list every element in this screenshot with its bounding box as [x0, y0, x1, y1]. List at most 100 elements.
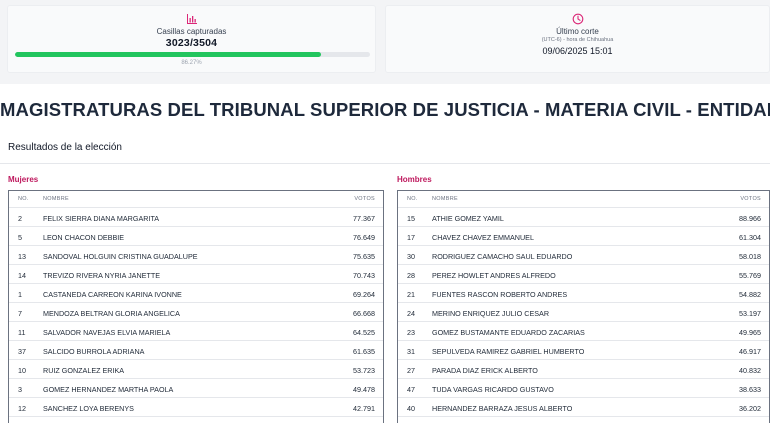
column-header-votes: VOTOS [354, 196, 375, 202]
candidate-name: MERINO ENRIQUEZ JULIO CESAR [432, 309, 550, 318]
table-row: 37 SALCIDO BURROLA ADRIANA 61.635 [9, 340, 383, 359]
table-row: 31 SEPULVEDA RAMIREZ GABRIEL HUMBERTO 46.9… [398, 340, 769, 359]
candidate-number: 10 [18, 366, 26, 375]
table-row: 2 FELIX SIERRA DIANA MARGARITA 77.367 [9, 207, 383, 226]
candidate-name: SALCIDO BURROLA ADRIANA [43, 347, 145, 356]
candidate-name: GOMEZ BUSTAMANTE EDUARDO ZACARIAS [432, 328, 585, 337]
candidate-number: 31 [407, 347, 415, 356]
candidate-votes: 61.304 [739, 233, 761, 242]
candidate-name: SEPULVEDA RAMIREZ GABRIEL HUMBERTO [432, 347, 585, 356]
candidate-name: FUENTES RASCON ROBERTO ANDRES [432, 290, 568, 299]
captured-label: Casillas capturadas [156, 27, 227, 36]
candidate-name: SALVADOR NAVEJAS ELVIA MARIELA [43, 328, 171, 337]
table-row: 13 SANDOVAL HOLGUIN CRISTINA GUADALUPE 75.… [9, 245, 383, 264]
women-results-table: NO. NOMBRE VOTOS 2 FELIX SIERRA DIANA MAR… [8, 190, 384, 423]
candidate-votes: 69.264 [353, 290, 375, 299]
candidate-votes: 55.769 [739, 271, 761, 280]
candidate-number: 11 [18, 328, 26, 337]
column-header-name: NOMBRE [43, 196, 69, 202]
cutoff-card: Último corte (UTC-6) - hora de Chihuahua… [385, 5, 770, 73]
candidate-name: PEREZ HOWLET ANDRES ALFREDO [432, 271, 556, 280]
table-row: 8MORENO DUDAN SILVIA MARIA42.295 [9, 416, 383, 423]
column-header-votes: VOTOS [740, 196, 761, 202]
candidate-votes: 88.966 [739, 214, 761, 223]
candidate-number: 17 [407, 233, 415, 242]
candidate-votes: 58.018 [739, 252, 761, 261]
candidate-votes: 64.525 [353, 328, 375, 337]
candidate-number: 21 [407, 290, 415, 299]
candidate-number: 14 [18, 271, 26, 280]
candidate-votes: 54.882 [739, 290, 761, 299]
candidate-votes: 38.633 [739, 385, 761, 394]
candidate-name: CASTANEDA CARREON KARINA IVONNE [43, 290, 182, 299]
table-row: 15 ATHIE GOMEZ YAMIL 88.966 [398, 207, 769, 226]
candidate-votes: 70.743 [353, 271, 375, 280]
candidate-votes: 46.917 [739, 347, 761, 356]
candidate-votes: 42.791 [353, 404, 375, 413]
table-row: 3 GOMEZ HERNANDEZ MARTHA PAOLA 49.478 [9, 378, 383, 397]
table-row: 36TERRAZAS TREVIÑO JESUS ADRIAN33.744 [398, 416, 769, 423]
column-header-no: NO. [407, 196, 418, 202]
table-row: 11 SALVADOR NAVEJAS ELVIA MARIELA 64.525 [9, 321, 383, 340]
table-row: 27 PARADA DIAZ ERICK ALBERTO 40.832 [398, 359, 769, 378]
column-header-name: NOMBRE [432, 196, 458, 202]
candidate-name: TUDA VARGAS RICARDO GUSTAVO [432, 385, 554, 394]
divider [0, 163, 770, 164]
candidate-votes: 49.478 [353, 385, 375, 394]
women-section-label: Mujeres [8, 175, 39, 184]
candidate-number: 27 [407, 366, 415, 375]
captured-percent: 86.27% [181, 60, 202, 66]
table-header: NO. NOMBRE VOTOS [398, 191, 769, 207]
candidate-votes: 49.965 [739, 328, 761, 337]
candidate-name: LEON CHACON DEBBIE [43, 233, 125, 242]
candidate-name: SANCHEZ LOYA BERENYS [43, 404, 134, 413]
candidate-number: 40 [407, 404, 415, 413]
table-row: 24 MERINO ENRIQUEZ JULIO CESAR 53.197 [398, 302, 769, 321]
candidate-votes: 53.723 [353, 366, 375, 375]
candidate-number: 47 [407, 385, 415, 394]
candidate-name: GOMEZ HERNANDEZ MARTHA PAOLA [43, 385, 174, 394]
men-results-table: NO. NOMBRE VOTOS 15 ATHIE GOMEZ YAMIL 88.9… [397, 190, 770, 423]
cutoff-label: Último corte [556, 27, 599, 36]
table-row: 47 TUDA VARGAS RICARDO GUSTAVO 38.633 [398, 378, 769, 397]
candidate-number: 1 [18, 290, 22, 299]
candidate-votes: 77.367 [353, 214, 375, 223]
candidate-number: 23 [407, 328, 415, 337]
table-row: 40 HERNANDEZ BARRAZA JESUS ALBERTO 36.202 [398, 397, 769, 416]
candidate-name: RUIZ GONZALEZ ERIKA [43, 366, 125, 375]
table-row: 23 GOMEZ BUSTAMANTE EDUARDO ZACARIAS 49.96… [398, 321, 769, 340]
table-row: 5 LEON CHACON DEBBIE 76.649 [9, 226, 383, 245]
candidate-number: 3 [18, 385, 22, 394]
candidate-name: PARADA DIAZ ERICK ALBERTO [432, 366, 538, 375]
candidate-number: 13 [18, 252, 26, 261]
candidate-number: 12 [18, 404, 26, 413]
candidate-votes: 40.832 [739, 366, 761, 375]
candidate-number: 37 [18, 347, 26, 356]
candidate-number: 15 [407, 214, 415, 223]
candidate-votes: 53.197 [739, 309, 761, 318]
candidate-name: FELIX SIERRA DIANA MARGARITA [43, 214, 160, 223]
candidate-name: RODRIGUEZ CAMACHO SAUL EDUARDO [432, 252, 573, 261]
table-row: 17 CHAVEZ CHAVEZ EMMANUEL 61.304 [398, 226, 769, 245]
captured-card: Casillas capturadas 3023/3504 86.27% [7, 5, 376, 73]
table-row: 14 TREVIZO RIVERA NYRIA JANETTE 70.743 [9, 264, 383, 283]
table-header: NO. NOMBRE VOTOS [9, 191, 383, 207]
table-row: 21 FUENTES RASCON ROBERTO ANDRES 54.882 [398, 283, 769, 302]
candidate-number: 2 [18, 214, 22, 223]
candidate-name: MENDOZA BELTRAN GLORIA ANGELICA [43, 309, 180, 318]
candidate-votes: 66.668 [353, 309, 375, 318]
clock-icon [572, 13, 583, 25]
candidate-number: 7 [18, 309, 22, 318]
bar-chart-icon [186, 14, 197, 24]
candidate-name: TREVIZO RIVERA NYRIA JANETTE [43, 271, 161, 280]
table-row: 28 PEREZ HOWLET ANDRES ALFREDO 55.769 [398, 264, 769, 283]
candidate-number: 5 [18, 233, 22, 242]
page-title: MAGISTRATURAS DEL TRIBUNAL SUPERIOR DE J… [0, 99, 770, 120]
column-header-no: NO. [18, 196, 29, 202]
captured-progress-fill [15, 52, 322, 57]
cutoff-datetime: 09/06/2025 15:01 [542, 46, 613, 56]
candidate-name: ATHIE GOMEZ YAMIL [432, 214, 504, 223]
summary-band: Casillas capturadas 3023/3504 86.27% Últ… [0, 0, 770, 84]
candidate-name: CHAVEZ CHAVEZ EMMANUEL [432, 233, 534, 242]
candidate-number: 28 [407, 271, 415, 280]
